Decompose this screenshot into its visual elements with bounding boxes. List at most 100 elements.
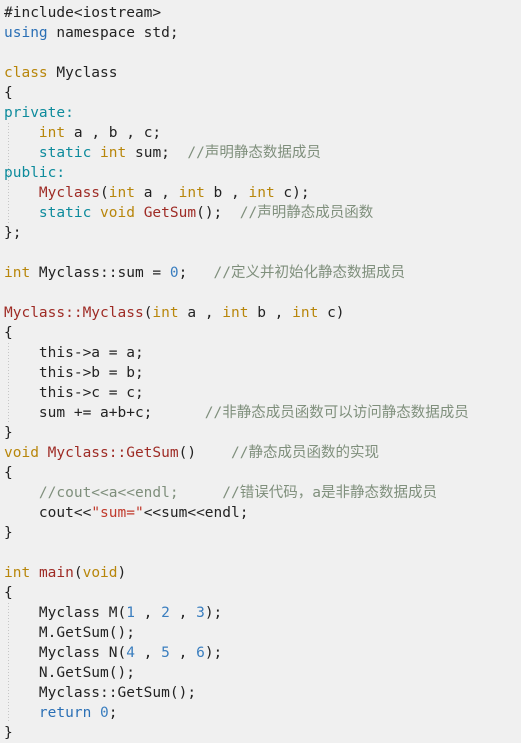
- token-num: 5: [161, 645, 170, 661]
- token-plain: N.GetSum();: [4, 665, 135, 681]
- token-plain: ;: [178, 265, 214, 281]
- code-editor-viewport[interactable]: #include<iostream> using namespace std; cl…: [0, 0, 521, 741]
- token-type: int: [4, 265, 31, 281]
- code-line-15[interactable]: [0, 283, 521, 303]
- token-type: int: [292, 305, 319, 321]
- token-type: void: [4, 445, 39, 461]
- token-plain: c): [318, 305, 345, 321]
- code-line-4[interactable]: class Myclass: [0, 63, 521, 83]
- token-plain: ();: [196, 205, 240, 221]
- code-line-21[interactable]: sum += a+b+c; //非静态成员函数可以访问静态数据成员: [0, 403, 521, 423]
- token-plain: Myclass M(: [4, 605, 127, 621]
- token-num: 6: [196, 645, 205, 661]
- code-line-9[interactable]: public:: [0, 163, 521, 183]
- token-plain: M.GetSum();: [4, 625, 135, 641]
- token-plain: b ,: [204, 185, 249, 201]
- code-line-11[interactable]: static void GetSum(); //声明静态成员函数: [0, 203, 521, 223]
- code-line-20[interactable]: this->c = c;: [0, 383, 521, 403]
- code-line-22[interactable]: }: [0, 423, 521, 443]
- code-content[interactable]: #include<iostream> using namespace std; cl…: [0, 3, 521, 743]
- code-line-13[interactable]: [0, 243, 521, 263]
- code-line-29[interactable]: int main(void): [0, 563, 521, 583]
- code-line-25[interactable]: //cout<<a<<endl; //错误代码，a是非静态数据成员: [0, 483, 521, 503]
- token-type: int: [248, 185, 275, 201]
- token-plain: };: [4, 225, 22, 241]
- code-line-14[interactable]: int Myclass::sum = 0; //定义并初始化静态数据成员: [0, 263, 521, 283]
- token-fn: Myclass::GetSum: [47, 445, 179, 461]
- code-line-5[interactable]: {: [0, 83, 521, 103]
- token-kw: return: [38, 705, 92, 721]
- code-line-10[interactable]: Myclass(int a , int b , int c);: [0, 183, 521, 203]
- token-plain: a , b , c;: [65, 125, 162, 141]
- token-plain: ,: [169, 645, 197, 661]
- code-line-34[interactable]: N.GetSum();: [0, 663, 521, 683]
- code-line-18[interactable]: this->a = a;: [0, 343, 521, 363]
- code-line-28[interactable]: [0, 543, 521, 563]
- token-plain: }: [4, 425, 13, 441]
- code-line-16[interactable]: Myclass::Myclass(int a , int b , int c): [0, 303, 521, 323]
- code-line-6[interactable]: private:: [0, 103, 521, 123]
- token-plain: Myclass::sum =: [30, 265, 170, 281]
- token-plain: this->c = c;: [4, 385, 144, 401]
- code-line-33[interactable]: Myclass N(4 , 5 , 6);: [0, 643, 521, 663]
- token-plain: namespace std;: [47, 25, 179, 41]
- token-plain: {: [4, 85, 13, 101]
- token-plain: b ,: [248, 305, 293, 321]
- token-plain: sum;: [126, 145, 188, 161]
- code-line-30[interactable]: {: [0, 583, 521, 603]
- token-fn: Myclass::Myclass: [4, 305, 144, 321]
- code-line-19[interactable]: this->b = b;: [0, 363, 521, 383]
- token-plain: ,: [169, 605, 197, 621]
- code-line-36[interactable]: return 0;: [0, 703, 521, 723]
- code-line-31[interactable]: Myclass M(1 , 2 , 3);: [0, 603, 521, 623]
- token-plain: {: [4, 465, 13, 481]
- token-cmt: //错误代码，a是非静态数据成员: [222, 485, 437, 501]
- code-line-17[interactable]: {: [0, 323, 521, 343]
- code-line-37[interactable]: }: [0, 723, 521, 743]
- token-type: int: [108, 185, 135, 201]
- token-plain: {: [4, 325, 13, 341]
- token-cmt: //声明静态成员函数: [239, 205, 374, 221]
- token-kw: using: [4, 25, 48, 41]
- token-num: 0: [100, 705, 109, 721]
- token-type: int: [100, 145, 127, 161]
- token-cmt: //定义并初始化静态数据成员: [213, 265, 406, 281]
- code-line-1[interactable]: #include<iostream>: [0, 3, 521, 23]
- token-plain: Myclass N(: [4, 645, 127, 661]
- token-type: int: [178, 185, 205, 201]
- token-plain: c);: [274, 185, 310, 201]
- token-str: "sum=": [91, 505, 144, 521]
- code-line-8[interactable]: static int sum; //声明静态数据成员: [0, 143, 521, 163]
- token-plain: );: [204, 605, 223, 621]
- token-num: 1: [126, 605, 135, 621]
- token-plain: ;: [108, 705, 118, 721]
- code-line-24[interactable]: {: [0, 463, 521, 483]
- code-line-23[interactable]: void Myclass::GetSum() //静态成员函数的实现: [0, 443, 521, 463]
- token-type: void: [82, 565, 118, 581]
- code-line-2[interactable]: using namespace std;: [0, 23, 521, 43]
- token-plain: Myclass: [47, 65, 118, 81]
- token-plain: this->b = b;: [4, 365, 144, 381]
- token-plain: {: [4, 585, 13, 601]
- code-line-3[interactable]: [0, 43, 521, 63]
- code-line-7[interactable]: int a , b , c;: [0, 123, 521, 143]
- code-line-27[interactable]: }: [0, 523, 521, 543]
- token-type: int: [222, 305, 249, 321]
- token-cmt: //静态成员函数的实现: [231, 445, 379, 461]
- token-cmt: //声明静态数据成员: [187, 145, 321, 161]
- token-plain: cout<<: [4, 505, 92, 521]
- token-plain: #include<iostream>: [4, 5, 162, 21]
- token-plain: ): [117, 565, 127, 581]
- code-line-26[interactable]: cout<<"sum="<<sum<<endl;: [0, 503, 521, 523]
- code-line-32[interactable]: M.GetSum();: [0, 623, 521, 643]
- code-line-12[interactable]: };: [0, 223, 521, 243]
- code-line-35[interactable]: Myclass::GetSum();: [0, 683, 521, 703]
- token-fn: Myclass: [38, 185, 101, 201]
